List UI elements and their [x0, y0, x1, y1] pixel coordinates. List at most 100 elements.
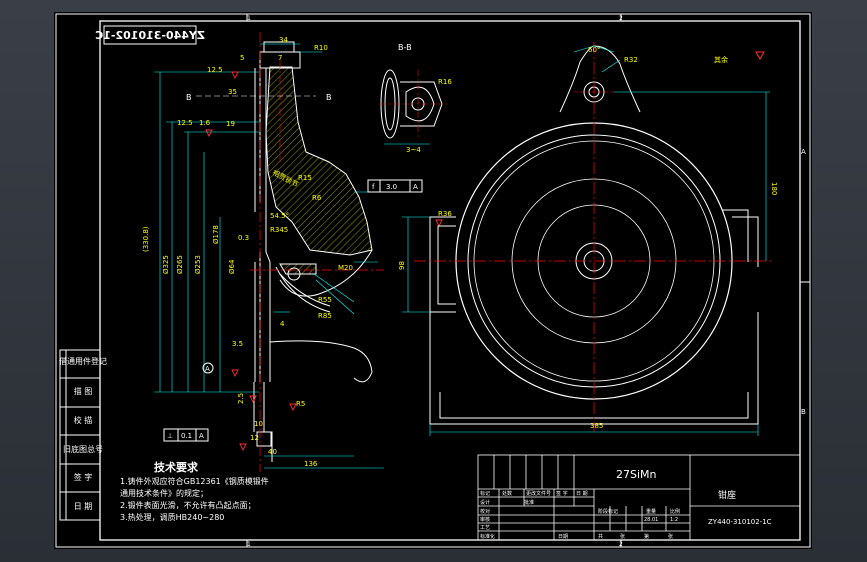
dim-1-6: 1.6 — [199, 119, 211, 127]
sheet-info: 共 — [598, 533, 603, 540]
tolerance-datum: A — [413, 183, 418, 191]
dim-2-5: 2.5 — [237, 393, 245, 404]
left-block-row: 日 期 — [74, 502, 93, 511]
dim-12-5a: 12.5 — [207, 66, 223, 74]
dim-19: 19 — [226, 120, 235, 128]
stage-label: 比例 — [670, 508, 680, 515]
role-label: 审核 — [480, 516, 490, 523]
dim-r85: R85 — [318, 312, 332, 320]
sheet-info: 张 — [620, 533, 625, 540]
dim-64: Ø64 — [228, 259, 236, 274]
dim-7: 7 — [278, 54, 282, 62]
dim-5: 5 — [240, 54, 244, 62]
dim-r15: R15 — [298, 174, 312, 182]
dim-3-5: 3.5 — [232, 340, 243, 348]
dim-r10: R10 — [314, 44, 328, 52]
section-marker-b-right: B — [326, 93, 332, 102]
dim-r16: R16 — [438, 78, 452, 86]
stage-label: 阶段标记 — [598, 508, 618, 515]
drawing-sheet: 1 2 1 2 A B ZY440-310102-1C 借通用件登记 描 图 校… — [54, 12, 812, 549]
tech-item: 1.铸件外观应符合GB12361《钢质模锻件 — [120, 476, 269, 486]
part-name: 钳座 — [718, 489, 736, 501]
technical-requirements: 技术要求 1.铸件外观应符合GB12361《钢质模锻件 通用技术条件》的规定； … — [120, 460, 269, 522]
sheet-info: 张 — [668, 533, 673, 540]
role-label: 校对 — [480, 508, 490, 515]
border-number: 1 — [247, 15, 251, 22]
mirrored-drawing-number: ZY440-310102-1C — [95, 29, 205, 42]
dim-r36: R36 — [438, 210, 452, 218]
left-block-row: 描 图 — [74, 386, 93, 396]
dim-253: Ø253 — [194, 255, 202, 274]
dim-178: Ø178 — [212, 225, 220, 244]
dim-35: 35 — [228, 88, 237, 96]
dim-r55: R55 — [318, 296, 332, 304]
border-number: 2 — [619, 541, 623, 548]
left-block-row: 签 字 — [74, 472, 93, 482]
engineering-drawing: 1 2 1 2 A B ZY440-310102-1C 借通用件登记 描 图 校… — [55, 13, 811, 548]
detail-dim-3-4: 3~4 — [406, 146, 421, 154]
sheet-info: 第 — [644, 533, 649, 540]
header-cell: 日 期 — [576, 491, 588, 497]
dim-r345: R345 — [270, 226, 288, 234]
role-label: 标准化 — [480, 533, 495, 540]
title-drawing-number: ZY440-310102-1C — [708, 518, 772, 526]
material: 27SiMn — [616, 468, 657, 481]
left-block-row: 旧底图总号 — [63, 444, 103, 454]
border-number: 1 — [247, 541, 251, 548]
dim-12-5b: 12.5 — [177, 119, 193, 127]
dim-136: 136 — [304, 460, 318, 468]
perpendicularity-value: 0.1 — [181, 432, 192, 440]
dim-180: 180 — [770, 182, 778, 195]
role-label: 日期 — [558, 534, 568, 540]
stage-label: 重量 — [646, 508, 656, 515]
dim-330: (330.8) — [142, 226, 150, 252]
header-cell: 更改文件号 — [526, 490, 551, 497]
dim-40: 40 — [268, 448, 277, 456]
border-number: 2 — [619, 15, 623, 22]
dim-r5: R5 — [296, 400, 305, 408]
role-label: 设计 — [480, 499, 490, 506]
dim-265: Ø265 — [176, 255, 184, 274]
tech-item: 2.锻件表面光滑，不允许有凸起点面； — [120, 500, 256, 510]
dim-4: 4 — [280, 320, 285, 328]
dim-ang54: 54.5° — [270, 212, 289, 220]
header-cell: 标记 — [480, 490, 490, 497]
dim-98: 98 — [398, 261, 406, 270]
dim-r32: R32 — [624, 56, 638, 64]
role-label: 工艺 — [480, 525, 490, 531]
front-view: 60° R32 180 98 385 R36 其余 — [398, 42, 778, 436]
tech-item: 通用技术条件》的规定； — [120, 488, 208, 498]
dim-385: 385 — [590, 422, 603, 430]
perpendicularity-symbol: ⊥ — [167, 432, 173, 440]
dim-10: 10 — [254, 420, 263, 428]
dim-0-3: 0.3 — [238, 234, 249, 242]
role-label: 批准 — [524, 499, 534, 506]
dim-60-deg: 60° — [588, 46, 600, 54]
tech-title: 技术要求 — [154, 460, 199, 474]
perpendicularity-datum: A — [199, 432, 204, 440]
inner-frame — [99, 20, 801, 541]
border-zone-a: A — [801, 148, 806, 156]
tech-item: 3.热处理，调质HB240~280 — [120, 512, 224, 522]
dim-325: Ø325 — [162, 255, 170, 274]
dim-r6: R6 — [312, 194, 322, 202]
left-registration-block: 借通用件登记 描 图 校 描 旧底图总号 签 字 日 期 — [59, 349, 107, 521]
section-bb-detail: B-B R16 3~4 — [380, 43, 452, 154]
cad-viewport[interactable]: 1 2 1 2 A B ZY440-310102-1C 借通用件登记 描 图 校… — [0, 0, 867, 562]
dim-34: 34 — [279, 36, 288, 44]
other-note: 其余 — [714, 55, 728, 64]
section-marker-b-left: B — [186, 93, 192, 102]
scale-value: 1:2 — [670, 517, 678, 523]
left-block-row: 校 描 — [74, 415, 93, 425]
tolerance-value: 3.0 — [386, 183, 397, 191]
weight-value: 28.01 — [644, 517, 658, 523]
section-bb-label: B-B — [398, 43, 412, 52]
border-zone-b: B — [801, 408, 806, 416]
header-cell: 处数 — [502, 490, 512, 497]
header-cell: 签 字 — [556, 490, 568, 497]
dim-m20: M20 — [338, 264, 353, 272]
section-view: 34 R10 5 7 12.5 12.5 1.6 19 35 R15 R6 (3… — [142, 32, 443, 472]
left-block-row: 借通用件登记 — [59, 356, 107, 366]
tolerance-symbol: f — [372, 183, 375, 191]
dim-12: 12 — [250, 434, 259, 442]
